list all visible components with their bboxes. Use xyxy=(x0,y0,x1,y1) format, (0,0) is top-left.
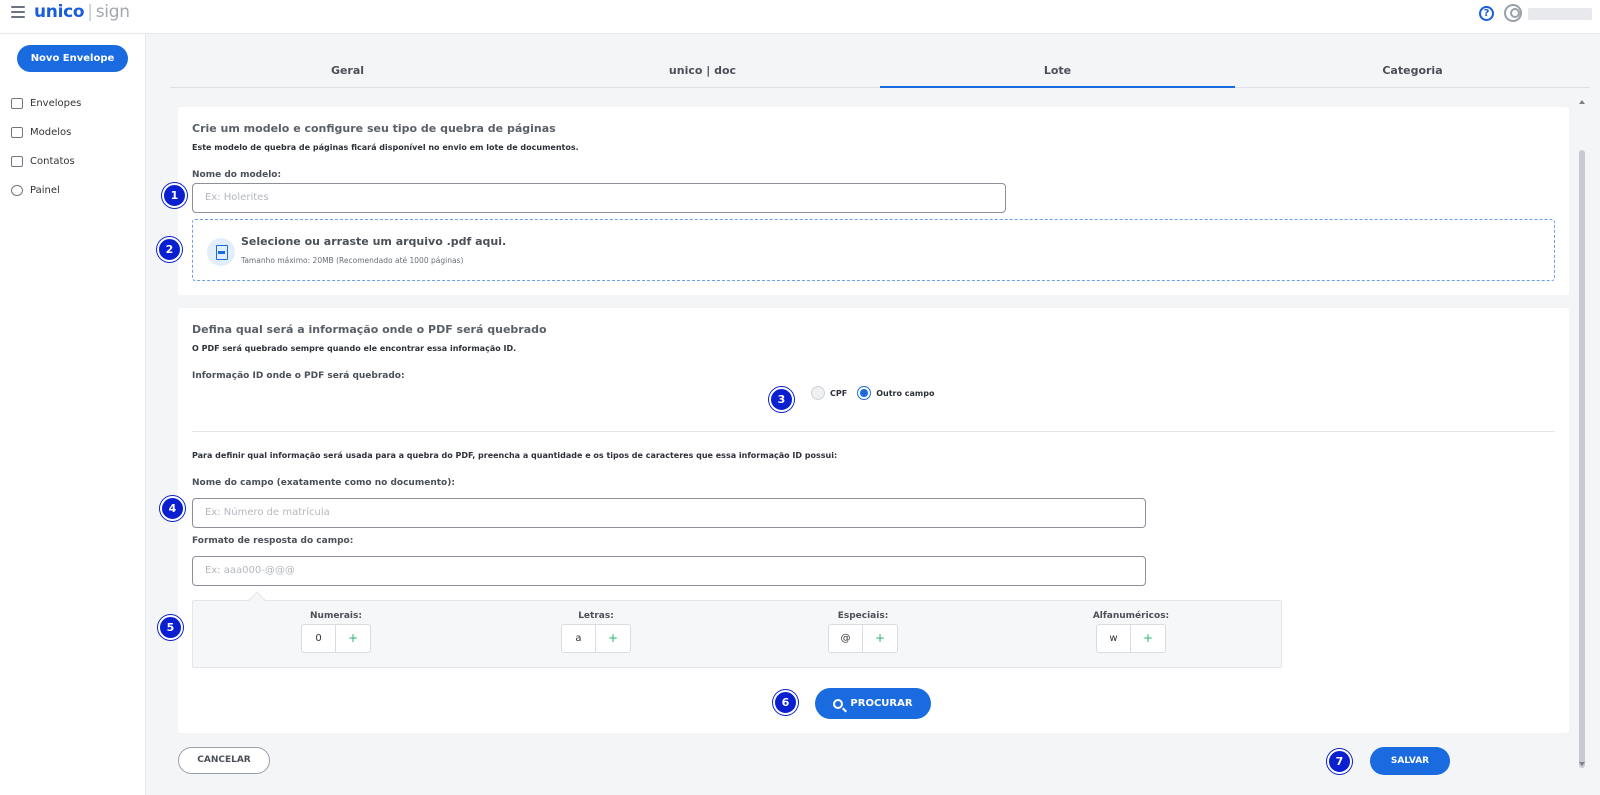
step-badge-1: 1 xyxy=(162,183,187,208)
pdf-file-icon xyxy=(207,238,235,266)
letters-stepper: a + xyxy=(561,624,631,653)
search-button-label: PROCURAR xyxy=(850,698,913,709)
search-icon xyxy=(833,698,844,709)
tab-unico-doc[interactable]: unico | doc xyxy=(525,58,880,87)
radio-other-field[interactable] xyxy=(857,386,872,400)
panel-notch xyxy=(248,591,266,609)
specials-stepper: @ + xyxy=(828,624,898,653)
step-badge-4: 4 xyxy=(160,496,185,521)
specials-label: Especiais: xyxy=(837,611,889,621)
sidebar: Novo Envelope Envelopes Modelos Contatos… xyxy=(0,34,146,795)
format-specials: Especiais: @ + xyxy=(793,611,933,653)
pdf-dropzone[interactable]: Selecione ou arraste um arquivo .pdf aqu… xyxy=(192,219,1555,281)
sidebar-item-label: Painel xyxy=(30,184,60,196)
upload-limits: Tamanho máximo: 20MB (Recomendado até 10… xyxy=(241,256,464,265)
numerals-stepper: 0 + xyxy=(301,624,371,653)
alphanumerics-label: Alfanuméricos: xyxy=(1092,611,1170,621)
save-button[interactable]: SALVAR xyxy=(1370,747,1450,775)
contacts-icon xyxy=(11,155,23,167)
envelope-icon xyxy=(11,97,23,109)
response-format-label: Formato de resposta do campo: xyxy=(192,536,354,546)
id-info-label: Informação ID onde o PDF será quebrado: xyxy=(192,371,405,381)
tab-bar: Geral unico | doc Lote Categoria xyxy=(170,58,1590,88)
specials-symbol: @ xyxy=(829,625,863,652)
break-config-card: Defina qual será a informação onde o PDF… xyxy=(178,308,1569,733)
model-name-input[interactable]: Ex: Holerites xyxy=(192,183,1006,213)
format-builder-panel: Numerais: 0 + Letras: a + Especiais: @ +… xyxy=(192,591,1282,668)
numerals-label: Numerais: xyxy=(310,611,362,621)
chart-icon xyxy=(11,184,23,196)
help-icon[interactable]: ? xyxy=(1479,6,1494,21)
logo-separator: | xyxy=(87,2,93,22)
divider xyxy=(192,431,1555,432)
radio-cpf[interactable] xyxy=(811,386,825,400)
numerals-symbol: 0 xyxy=(302,625,336,652)
tab-geral[interactable]: Geral xyxy=(170,58,525,87)
sidebar-item-label: Modelos xyxy=(30,126,72,138)
scroll-thumb[interactable] xyxy=(1579,150,1585,768)
step-badge-3: 3 xyxy=(769,387,794,412)
sidebar-item-contatos[interactable]: Contatos xyxy=(11,152,75,170)
sidebar-item-modelos[interactable]: Modelos xyxy=(11,123,71,141)
logo-primary: unico xyxy=(34,2,85,22)
upload-title: Selecione ou arraste um arquivo .pdf aqu… xyxy=(241,235,507,248)
step-badge-5: 5 xyxy=(158,615,183,640)
model-name-label: Nome do modelo: xyxy=(192,170,282,180)
field-name-input[interactable]: Ex: Número de matrícula xyxy=(192,498,1146,528)
format-instructions: Para definir qual informação será usada … xyxy=(192,451,838,460)
section2-title: Defina qual será a informação onde o PDF… xyxy=(192,323,547,336)
sidebar-item-label: Envelopes xyxy=(30,97,82,109)
letters-label: Letras: xyxy=(578,611,614,621)
model-config-card: Crie um modelo e configure seu tipo de q… xyxy=(178,107,1569,295)
id-type-radio-group: CPF Outro campo xyxy=(811,386,944,400)
add-alphanumeric-button[interactable]: + xyxy=(1131,625,1165,652)
step-badge-7: 7 xyxy=(1327,749,1352,774)
add-special-button[interactable]: + xyxy=(863,625,897,652)
format-letters: Letras: a + xyxy=(526,611,666,653)
section2-subtitle: O PDF será quebrado sempre quando ele en… xyxy=(192,344,517,353)
tab-categoria[interactable]: Categoria xyxy=(1235,58,1590,87)
section1-title: Crie um modelo e configure seu tipo de q… xyxy=(192,122,556,135)
logo-secondary: sign xyxy=(95,2,130,22)
user-avatar-icon[interactable] xyxy=(1504,4,1522,22)
alphanumerics-stepper: w + xyxy=(1096,624,1166,653)
radio-cpf-label: CPF xyxy=(830,388,848,398)
sidebar-item-label: Contatos xyxy=(30,155,75,167)
scroll-up-icon[interactable] xyxy=(1579,100,1585,104)
format-alphanumerics: Alfanuméricos: w + xyxy=(1061,611,1201,653)
section1-subtitle: Este modelo de quebra de páginas ficará … xyxy=(192,143,579,152)
add-letter-button[interactable]: + xyxy=(596,625,630,652)
scrollbar[interactable] xyxy=(1577,96,1587,774)
sidebar-item-envelopes[interactable]: Envelopes xyxy=(11,94,81,112)
search-button[interactable]: PROCURAR xyxy=(815,688,931,719)
alphanumerics-symbol: w xyxy=(1097,625,1131,652)
top-bar: unico | sign ? xyxy=(0,0,1600,34)
sidebar-item-painel[interactable]: Painel xyxy=(11,181,60,199)
format-numerals: Numerais: 0 + xyxy=(266,611,406,653)
app-logo[interactable]: unico | sign xyxy=(34,2,130,22)
field-name-label: Nome do campo (exatamente como no docume… xyxy=(192,478,455,488)
add-numeral-button[interactable]: + xyxy=(336,625,370,652)
new-envelope-button[interactable]: Novo Envelope xyxy=(17,45,128,72)
step-badge-2: 2 xyxy=(157,237,182,262)
menu-icon[interactable] xyxy=(11,6,25,18)
step-badge-6: 6 xyxy=(773,690,798,715)
response-format-input[interactable]: Ex: aaa000-@@@ xyxy=(192,556,1146,586)
letters-symbol: a xyxy=(562,625,596,652)
template-icon xyxy=(11,126,23,138)
radio-other-field-label: Outro campo xyxy=(876,388,935,398)
cancel-button[interactable]: CANCELAR xyxy=(178,747,270,774)
scroll-down-icon[interactable] xyxy=(1579,762,1585,766)
user-name-redacted[interactable] xyxy=(1528,8,1592,20)
tab-lote[interactable]: Lote xyxy=(880,58,1235,88)
